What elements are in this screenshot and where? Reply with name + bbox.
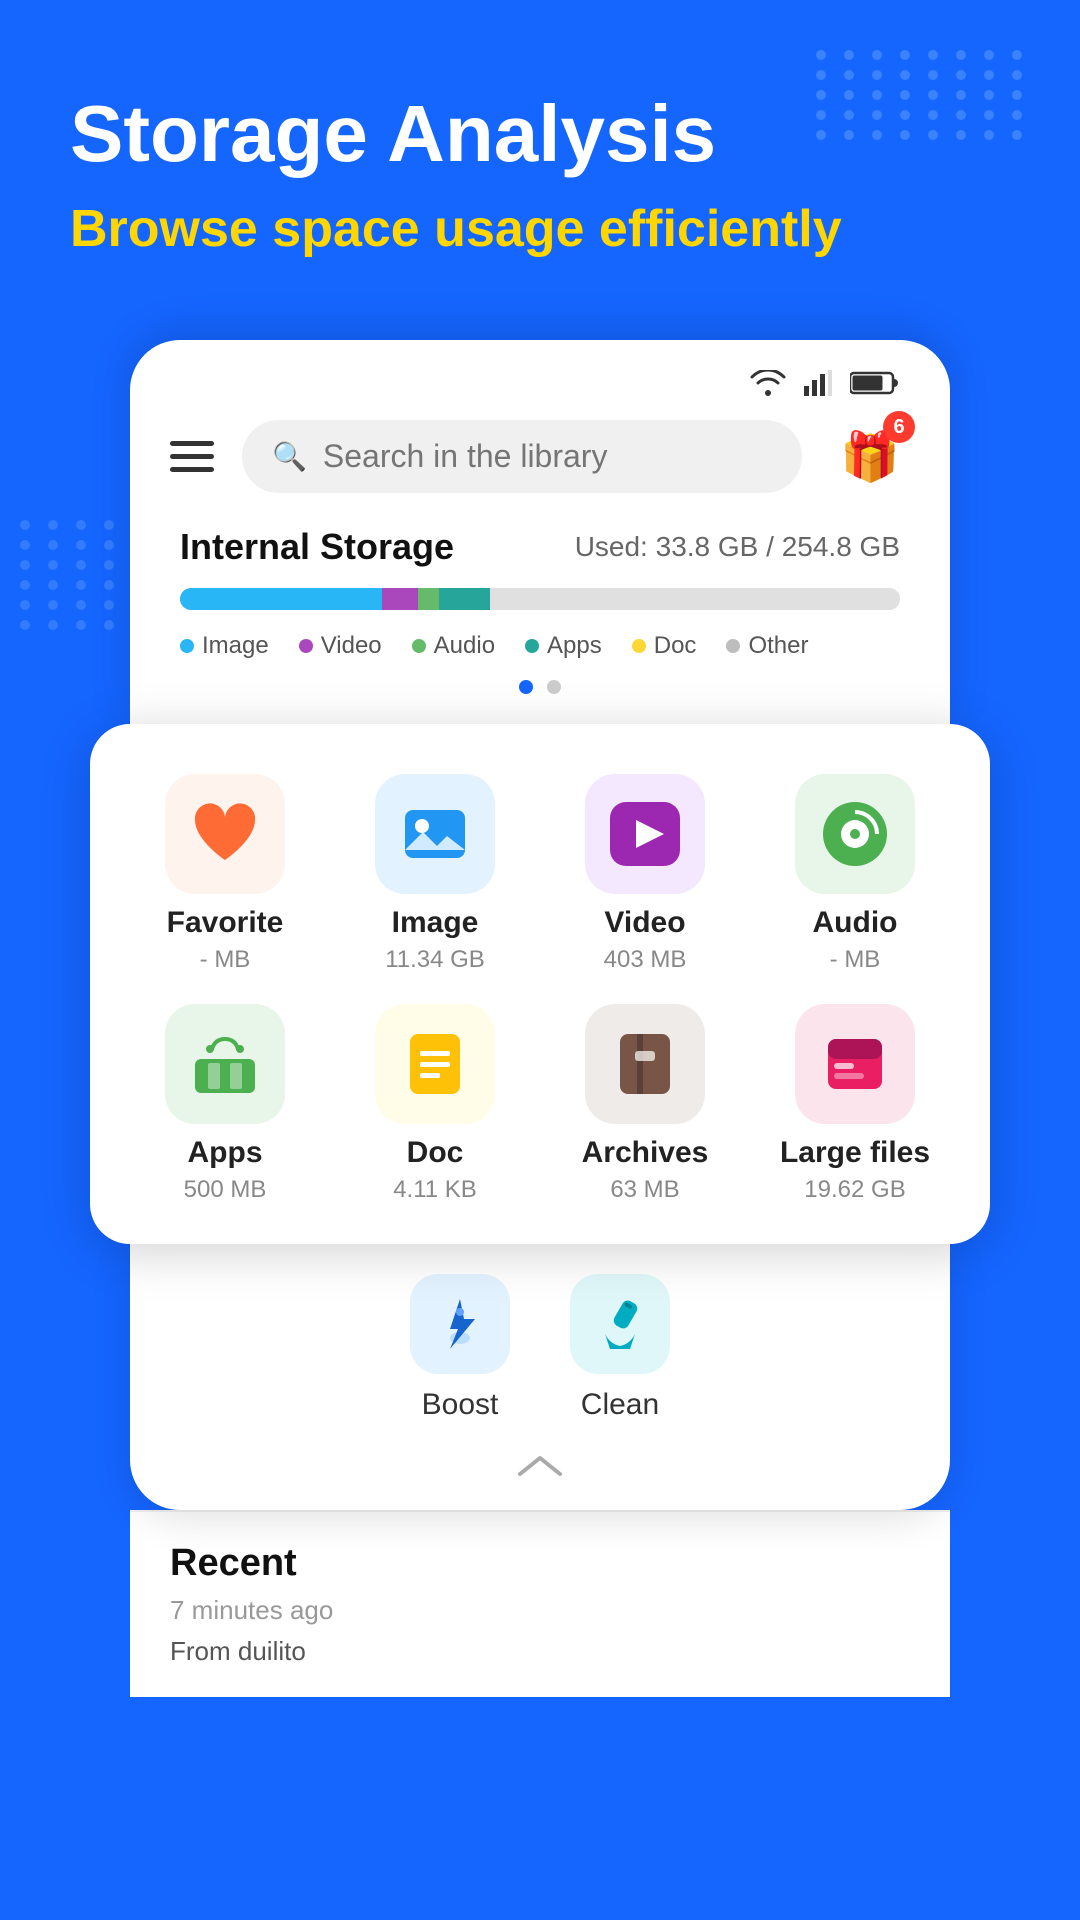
storage-section: Internal Storage Used: 33.8 GB / 254.8 G… [170, 526, 910, 694]
clean-label: Clean [581, 1388, 659, 1422]
category-video[interactable]: Video 403 MB [550, 774, 740, 974]
legend-dot-video [299, 639, 313, 653]
archives-icon [585, 1004, 705, 1124]
pag-dot-2[interactable] [547, 680, 561, 694]
legend-dot-image [180, 639, 194, 653]
top-card: 🔍 🎁 6 Internal Storage Used: 33.8 GB / 2… [130, 340, 950, 724]
video-icon [585, 774, 705, 894]
wifi-icon [750, 370, 786, 396]
legend-video: Video [299, 632, 382, 660]
bar-audio [418, 588, 440, 610]
phone-mockup: 🔍 🎁 6 Internal Storage Used: 33.8 GB / 2… [90, 340, 990, 1697]
pag-dot-1[interactable] [519, 680, 533, 694]
status-bar [170, 370, 910, 396]
storage-bar [180, 588, 900, 610]
page-subtitle: Browse space usage efficiently [70, 198, 1010, 260]
recent-time: 7 minutes ago [170, 1595, 910, 1626]
header-section: Storage Analysis Browse space usage effi… [0, 0, 1080, 300]
category-archives[interactable]: Archives 63 MB [550, 1004, 740, 1204]
legend-audio: Audio [412, 632, 495, 660]
gift-badge: 6 [883, 411, 915, 443]
video-size: 403 MB [604, 946, 687, 974]
favorite-icon [165, 774, 285, 894]
category-image[interactable]: Image 11.34 GB [340, 774, 530, 974]
boost-label: Boost [422, 1388, 499, 1422]
archives-size: 63 MB [610, 1176, 679, 1204]
legend-dot-audio [412, 639, 426, 653]
large-files-icon [795, 1004, 915, 1124]
audio-label: Audio [813, 906, 898, 940]
signal-icon [804, 370, 832, 396]
search-bar[interactable]: 🔍 [242, 420, 802, 493]
search-icon: 🔍 [272, 440, 307, 473]
search-row: 🔍 🎁 6 [170, 416, 910, 496]
pagination-dots [180, 680, 900, 694]
legend-doc: Doc [632, 632, 697, 660]
dot-grid-decoration [816, 50, 1030, 140]
storage-title: Internal Storage [180, 526, 454, 568]
bar-apps [439, 588, 489, 610]
recent-from: From duilito [170, 1636, 910, 1667]
clean-item[interactable]: Clean [570, 1274, 670, 1422]
legend-dot-doc [632, 639, 646, 653]
favorite-size: - MB [200, 946, 251, 974]
legend-image: Image [180, 632, 269, 660]
category-doc[interactable]: Doc 4.11 KB [340, 1004, 530, 1204]
favorite-label: Favorite [167, 906, 284, 940]
categories-card: Favorite - MB Image 11.34 GB Video 403 M… [90, 724, 990, 1244]
doc-icon [375, 1004, 495, 1124]
category-audio[interactable]: Audio - MB [760, 774, 950, 974]
gift-button[interactable]: 🎁 6 [830, 416, 910, 496]
legend-dot-apps [525, 639, 539, 653]
storage-legend: Image Video Audio Apps Doc [180, 632, 900, 660]
large-files-size: 19.62 GB [804, 1176, 905, 1204]
large-files-label: Large files [780, 1136, 930, 1170]
recent-title: Recent [170, 1542, 910, 1585]
bar-image [180, 588, 382, 610]
hamburger-menu-button[interactable] [170, 441, 214, 472]
bar-video [382, 588, 418, 610]
archives-label: Archives [582, 1136, 709, 1170]
apps-icon [165, 1004, 285, 1124]
image-label: Image [392, 906, 479, 940]
audio-icon [795, 774, 915, 894]
bottom-card: Boost Clean [130, 1244, 950, 1510]
chevron-up-handle[interactable] [170, 1442, 910, 1490]
legend-dot-other [726, 639, 740, 653]
storage-used-value: Used: 33.8 GB / 254.8 GB [575, 531, 900, 563]
category-large-files[interactable]: Large files 19.62 GB [760, 1004, 950, 1204]
legend-other: Other [726, 632, 808, 660]
search-input[interactable] [323, 438, 772, 475]
apps-label: Apps [188, 1136, 263, 1170]
boost-item[interactable]: Boost [410, 1274, 510, 1422]
category-grid: Favorite - MB Image 11.34 GB Video 403 M… [130, 774, 950, 1204]
boost-icon [410, 1274, 510, 1374]
doc-size: 4.11 KB [393, 1176, 477, 1204]
legend-apps: Apps [525, 632, 602, 660]
video-label: Video [604, 906, 685, 940]
boost-clean-row: Boost Clean [170, 1274, 910, 1422]
battery-icon [850, 370, 900, 396]
category-apps[interactable]: Apps 500 MB [130, 1004, 320, 1204]
clean-icon [570, 1274, 670, 1374]
recent-section: Recent 7 minutes ago From duilito [130, 1510, 950, 1697]
category-favorite[interactable]: Favorite - MB [130, 774, 320, 974]
doc-label: Doc [407, 1136, 464, 1170]
image-size: 11.34 GB [385, 946, 485, 974]
audio-size: - MB [830, 946, 881, 974]
apps-size: 500 MB [184, 1176, 267, 1204]
storage-header: Internal Storage Used: 33.8 GB / 254.8 G… [180, 526, 900, 568]
bar-doc [490, 588, 900, 610]
image-icon [375, 774, 495, 894]
